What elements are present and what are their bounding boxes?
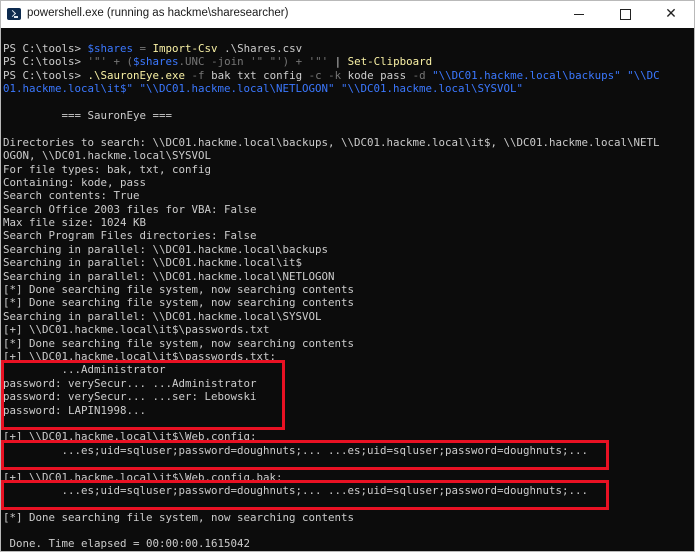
console-text: Searching in parallel: \\DC01.hackme.loc… <box>3 256 303 270</box>
console-text: bak txt config <box>204 68 309 82</box>
console-text: "\\DC01.hackme.local\backups" "\\DC <box>425 68 660 82</box>
close-button[interactable]: ✕ <box>648 1 694 28</box>
console-text: OGON, \\DC01.hackme.local\SYSVOL <box>3 149 212 163</box>
console-text: Search Office 2003 files for VBA: False <box>3 202 257 216</box>
console-text: .UNC <box>178 55 212 69</box>
console-text: -k <box>328 68 342 82</box>
console-line: Directories to search: \\DC01.hackme.loc… <box>3 136 660 149</box>
console-text: = <box>133 42 153 55</box>
console-text: [*] Done searching file system, now sear… <box>3 296 355 310</box>
console-text: PS C:\tools> <box>3 42 88 55</box>
console-line: [+] \\DC01.hackme.local\it$\passwords.tx… <box>3 323 660 336</box>
console-line: PS C:\tools> '"' + ($shares.UNC -join '"… <box>3 55 660 68</box>
powershell-window: powershell.exe (running as hackme\shares… <box>0 0 695 552</box>
console-text: $shares <box>133 55 179 69</box>
console-line: Search contents: True <box>3 189 660 202</box>
console-text: Search Program Files directories: False <box>3 229 257 243</box>
close-icon: ✕ <box>665 6 677 22</box>
console-text: Import-Csv <box>152 42 218 55</box>
console-line: Search Office 2003 files for VBA: False <box>3 203 660 216</box>
console-line: Done. Time elapsed = 00:00:00.1615042 <box>3 537 660 550</box>
highlight-box-web-config-bak <box>1 480 609 510</box>
console-text: [*] Done searching file system, now sear… <box>3 283 355 297</box>
console-line: Search Program Files directories: False <box>3 229 660 242</box>
console-text: Searching in parallel: \\DC01.hackme.loc… <box>3 309 322 323</box>
console-text: PS C:\tools> <box>3 55 88 69</box>
console-area[interactable]: PS C:\tools> $shares = Import-Csv .\Shar… <box>1 28 694 552</box>
console-text: kode pass <box>341 68 413 82</box>
console-text: .\SauronEye.exe <box>87 68 186 82</box>
console-text: Search contents: True <box>3 189 140 203</box>
console-text: -c <box>308 68 322 82</box>
console-text: -d <box>412 68 426 82</box>
console-text: PS C:\tools> <box>3 68 88 82</box>
console-text: Done. Time elapsed = 00:00:00.1615042 <box>3 537 251 551</box>
minimize-icon <box>574 13 584 15</box>
console-line: [*] Done searching file system, now sear… <box>3 283 660 296</box>
console-text: | <box>328 55 348 69</box>
console-text: [*] Done searching file system, now sear… <box>3 336 355 350</box>
console-text: === SauronEye === <box>3 108 173 122</box>
console-line: [*] Done searching file system, now sear… <box>3 511 660 524</box>
maximize-button[interactable] <box>602 1 648 28</box>
console-line: PS C:\tools> .\SauronEye.exe -f bak txt … <box>3 69 660 82</box>
window-title: powershell.exe (running as hackme\shares… <box>27 7 289 19</box>
minimize-button[interactable] <box>556 1 602 28</box>
console-line: Max file size: 1024 KB <box>3 216 660 229</box>
console-text: [*] Done searching file system, now sear… <box>3 510 355 524</box>
console-line: PS C:\tools> $shares = Import-Csv .\Shar… <box>3 42 660 55</box>
console-line: Searching in parallel: \\DC01.hackme.loc… <box>3 310 660 323</box>
console-line: 01.hackme.local\it$" "\\DC01.hackme.loca… <box>3 82 660 95</box>
console-line: PS C:\tools> <box>3 551 660 552</box>
console-text: $shares <box>87 42 134 55</box>
console-text: 01.hackme.local\it$" "\\DC01.hackme.loca… <box>3 82 524 96</box>
console-text: Containing: kode, pass <box>3 175 147 189</box>
console-line: For file types: bak, txt, config <box>3 163 660 176</box>
console-text: '"' + ( <box>87 55 134 69</box>
console-output: PS C:\tools> $shares = Import-Csv .\Shar… <box>3 42 660 552</box>
title-bar[interactable]: powershell.exe (running as hackme\shares… <box>1 1 694 28</box>
highlight-box-passwords-txt <box>1 360 285 430</box>
console-line: Searching in parallel: \\DC01.hackme.loc… <box>3 243 660 256</box>
console-line: Searching in parallel: \\DC01.hackme.loc… <box>3 256 660 269</box>
console-text: PS C:\tools> <box>3 551 88 552</box>
console-text: '" "') + '"' <box>243 55 329 69</box>
console-text: For file types: bak, txt, config <box>3 162 212 176</box>
console-text: .\Shares.csv <box>217 42 303 55</box>
console-line: Searching in parallel: \\DC01.hackme.loc… <box>3 270 660 283</box>
console-text: Set-Clipboard <box>347 55 433 69</box>
console-line: [*] Done searching file system, now sear… <box>3 296 660 309</box>
console-text: Searching in parallel: \\DC01.hackme.loc… <box>3 269 335 283</box>
highlight-box-web-config <box>1 440 609 470</box>
console-text: Max file size: 1024 KB <box>3 216 147 230</box>
console-text: Directories to search: \\DC01.hackme.loc… <box>3 135 660 149</box>
console-line: Containing: kode, pass <box>3 176 660 189</box>
console-text: -join <box>211 55 244 69</box>
console-line: === SauronEye === <box>3 109 660 122</box>
maximize-icon <box>619 8 631 20</box>
console-text: Searching in parallel: \\DC01.hackme.loc… <box>3 242 329 256</box>
powershell-icon <box>7 8 21 20</box>
console-line: OGON, \\DC01.hackme.local\SYSVOL <box>3 149 660 162</box>
console-line: [*] Done searching file system, now sear… <box>3 337 660 350</box>
console-text: [+] \\DC01.hackme.local\it$\passwords.tx… <box>3 323 270 337</box>
console-text: -f <box>191 68 205 82</box>
